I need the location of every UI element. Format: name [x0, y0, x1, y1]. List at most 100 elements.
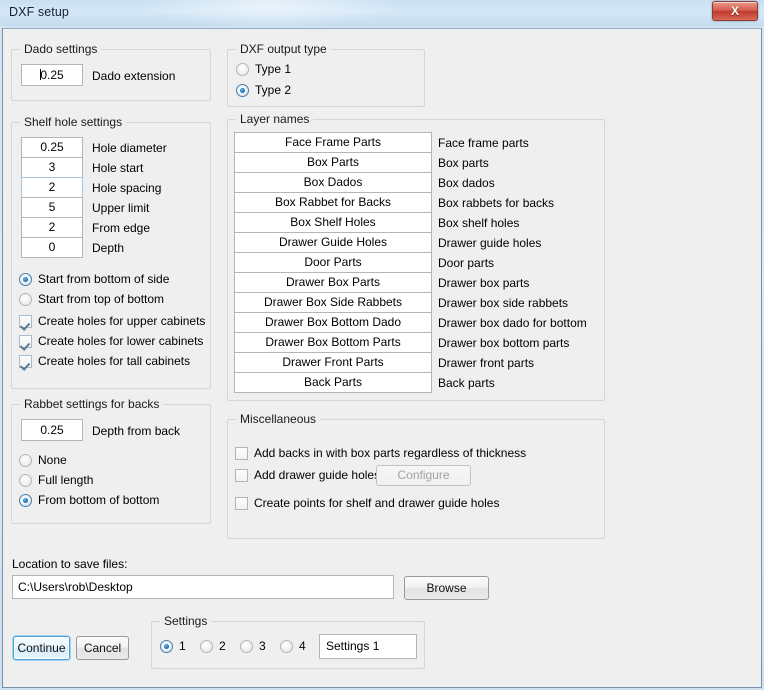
layer-name-label: Drawer box bottom parts: [438, 336, 570, 350]
radio-icon: [19, 473, 32, 487]
radio-settings-1[interactable]: 1: [160, 639, 186, 653]
upper-limit-label: Upper limit: [92, 201, 150, 215]
layer-name-label: Drawer guide holes: [438, 236, 542, 250]
radio-icon: [160, 639, 173, 653]
checkbox-tall-cabinets[interactable]: Create holes for tall cabinets: [19, 354, 190, 368]
radio-type-2[interactable]: Type 2: [236, 83, 291, 97]
layer-names-group: Layer names Face Frame Parts Face frame p…: [227, 112, 605, 401]
hole-spacing-input[interactable]: 2: [21, 177, 83, 198]
radio-settings-3[interactable]: 3: [240, 639, 266, 653]
radio-rabbet-from-bottom-of-bottom-label: From bottom of bottom: [38, 493, 160, 507]
radio-rabbet-full-length[interactable]: Full length: [19, 473, 93, 487]
configure-button[interactable]: Configure: [376, 465, 471, 486]
save-location-input[interactable]: C:\Users\rob\Desktop: [12, 575, 394, 599]
depth-input[interactable]: 0: [21, 237, 83, 258]
title-bar-glow: [140, 0, 400, 28]
layer-name-input[interactable]: Door Parts: [234, 252, 432, 273]
continue-button[interactable]: Continue: [13, 636, 70, 660]
layer-name-input[interactable]: Back Parts: [234, 372, 432, 393]
shelf-hole-settings-group: Shelf hole settings 0.25 Hole diameter 3…: [11, 115, 211, 389]
radio-rabbet-none-label: None: [38, 453, 67, 467]
rabbet-depth-input[interactable]: 0.25: [21, 419, 83, 441]
layer-name-input[interactable]: Box Shelf Holes: [234, 212, 432, 233]
settings-legend: Settings: [160, 614, 212, 628]
layer-name-input[interactable]: Drawer Box Parts: [234, 272, 432, 293]
radio-rabbet-from-bottom-of-bottom[interactable]: From bottom of bottom: [19, 493, 159, 507]
checkbox-icon: [19, 314, 32, 328]
dado-extension-input[interactable]: 0.25: [21, 64, 83, 86]
dado-extension-value: 0.25: [40, 68, 64, 82]
layer-name-input[interactable]: Drawer Guide Holes: [234, 232, 432, 253]
save-location-label: Location to save files:: [12, 557, 128, 571]
cancel-button[interactable]: Cancel: [76, 636, 129, 660]
layer-names-legend: Layer names: [236, 112, 314, 126]
layer-name-label: Drawer front parts: [438, 356, 535, 370]
radio-icon: [240, 639, 253, 653]
checkbox-lower-cabinets-label: Create holes for lower cabinets: [38, 334, 204, 348]
radio-rabbet-none[interactable]: None: [19, 453, 67, 467]
checkbox-add-drawer-guide-holes-label: Add drawer guide holes: [254, 468, 381, 482]
dxf-output-type-legend: DXF output type: [236, 42, 331, 56]
layer-name-label: Back parts: [438, 376, 495, 390]
settings-group: Settings 1 2 3 4 Settings 1: [151, 614, 425, 669]
layer-name-label: Door parts: [438, 256, 495, 270]
layer-name-label: Box shelf holes: [438, 216, 520, 230]
layer-name-input[interactable]: Drawer Box Bottom Dado: [234, 312, 432, 333]
checkbox-create-points[interactable]: Create points for shelf and drawer guide…: [235, 496, 499, 510]
miscellaneous-legend: Miscellaneous: [236, 412, 321, 426]
layer-name-input[interactable]: Drawer Front Parts: [234, 352, 432, 373]
checkbox-lower-cabinets[interactable]: Create holes for lower cabinets: [19, 334, 203, 348]
layer-name-label: Box parts: [438, 156, 489, 170]
dado-settings-group: Dado settings 0.25 Dado extension: [11, 42, 211, 101]
window-title: DXF setup: [9, 5, 69, 19]
miscellaneous-group: Miscellaneous Add backs in with box part…: [227, 412, 605, 539]
radio-icon: [236, 83, 249, 97]
radio-settings-1-label: 1: [179, 639, 186, 653]
radio-icon: [19, 272, 32, 286]
layer-name-label: Box rabbets for backs: [438, 196, 555, 210]
checkbox-icon: [19, 354, 32, 368]
from-edge-input[interactable]: 2: [21, 217, 83, 238]
rabbet-settings-group: Rabbet settings for backs 0.25 Depth fro…: [11, 397, 211, 524]
radio-start-from-bottom-of-side[interactable]: Start from bottom of side: [19, 272, 169, 286]
layer-name-input[interactable]: Box Dados: [234, 172, 432, 193]
rabbet-settings-legend: Rabbet settings for backs: [20, 397, 164, 411]
layer-name-input[interactable]: Face Frame Parts: [234, 132, 432, 153]
checkbox-icon: [235, 496, 248, 510]
radio-start-from-top-of-bottom[interactable]: Start from top of bottom: [19, 292, 164, 306]
layer-name-input[interactable]: Box Rabbet for Backs: [234, 192, 432, 213]
checkbox-add-backs-with-box-parts-label: Add backs in with box parts regardless o…: [254, 446, 527, 460]
radio-start-from-top-of-bottom-label: Start from top of bottom: [38, 292, 165, 306]
browse-button[interactable]: Browse: [404, 576, 489, 600]
layer-name-label: Drawer box side rabbets: [438, 296, 569, 310]
radio-icon: [19, 493, 32, 507]
radio-type-1[interactable]: Type 1: [236, 62, 291, 76]
radio-settings-2-label: 2: [219, 639, 226, 653]
window-title-bar: DXF setup X: [0, 0, 764, 28]
upper-limit-input[interactable]: 5: [21, 197, 83, 218]
hole-diameter-input[interactable]: 0.25: [21, 137, 83, 158]
checkbox-upper-cabinets[interactable]: Create holes for upper cabinets: [19, 314, 205, 328]
layer-name-input[interactable]: Drawer Box Side Rabbets: [234, 292, 432, 313]
radio-settings-4[interactable]: 4: [280, 639, 306, 653]
settings-name-input[interactable]: Settings 1: [319, 634, 417, 659]
radio-settings-3-label: 3: [259, 639, 266, 653]
shelf-hole-settings-legend: Shelf hole settings: [20, 115, 127, 129]
checkbox-icon: [19, 334, 32, 348]
checkbox-add-drawer-guide-holes[interactable]: Add drawer guide holes: [235, 468, 380, 482]
radio-type-2-label: Type 2: [255, 83, 292, 97]
layer-name-input[interactable]: Box Parts: [234, 152, 432, 173]
layer-name-label: Face frame parts: [438, 136, 529, 150]
close-icon[interactable]: X: [712, 1, 758, 21]
radio-start-from-bottom-of-side-label: Start from bottom of side: [38, 272, 170, 286]
hole-spacing-label: Hole spacing: [92, 181, 162, 195]
layer-name-input[interactable]: Drawer Box Bottom Parts: [234, 332, 432, 353]
hole-start-input[interactable]: 3: [21, 157, 83, 178]
dado-settings-legend: Dado settings: [20, 42, 102, 56]
dxf-output-type-group: DXF output type Type 1 Type 2: [227, 42, 425, 107]
rabbet-depth-label: Depth from back: [92, 424, 181, 438]
radio-settings-2[interactable]: 2: [200, 639, 226, 653]
checkbox-add-backs-with-box-parts[interactable]: Add backs in with box parts regardless o…: [235, 446, 526, 460]
checkbox-icon: [235, 446, 248, 460]
checkbox-icon: [235, 468, 248, 482]
